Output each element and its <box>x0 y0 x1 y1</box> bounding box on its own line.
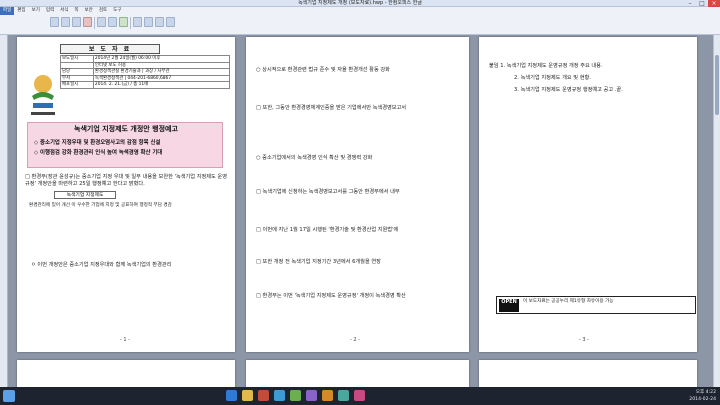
attachment-line: 붙임 1. 녹색기업 지정제도 운영규정 개정 주요 내용. <box>489 63 603 69</box>
clock: 오후 4:22 2014-02-24 <box>689 389 716 403</box>
copy-icon[interactable] <box>108 17 117 27</box>
menu-bar: 파일 편집 보기 입력 서식 쪽 보안 검토 도구 <box>0 7 124 15</box>
menu-file[interactable]: 파일 <box>0 7 15 15</box>
clock-date: 2014-02-24 <box>689 397 716 402</box>
body-line: □ 환경부는 이번 '녹색기업 지정제도 운영규정' 개정이 녹색경영 확산 <box>256 293 406 299</box>
meta-key: 담당 <box>60 68 94 76</box>
open-license-logo: OPEN <box>499 299 519 312</box>
menu-page[interactable]: 쪽 <box>71 7 81 15</box>
paste-icon[interactable] <box>119 17 128 27</box>
attachment-line: 2. 녹색기업 지정제도 개요 및 현황. <box>514 75 591 81</box>
left-ruler <box>0 35 8 405</box>
meta-value: 환경정책관실 환경기술과 | 과장 / 사무관 <box>92 68 231 76</box>
menu-tools[interactable]: 도구 <box>110 7 124 15</box>
meta-key <box>60 61 94 70</box>
headline-bullet: ◇ 중소기업 지정우대 및 환경오염사고의 감점 항목 신설 <box>34 140 161 146</box>
license-text: 이 보도자료는 공공누리 제1유형 자유이용 가능 <box>523 299 614 304</box>
menu-view[interactable]: 보기 <box>29 7 43 15</box>
separator <box>130 17 131 29</box>
save-icon[interactable] <box>72 17 81 27</box>
body-paragraph: □ 환경부(장관 윤성규)는 중소기업 지정 우대 및 일부 내용을 보완한 '… <box>25 174 227 187</box>
new-icon[interactable] <box>50 17 59 27</box>
start-icon[interactable] <box>3 390 15 402</box>
page-number: - 1 - <box>120 337 130 343</box>
menu-review[interactable]: 검토 <box>96 7 110 15</box>
headline: 녹색기업 지정제도 개정안 행정예고 <box>74 125 178 133</box>
browser-icon[interactable] <box>226 390 237 401</box>
app-icon[interactable] <box>354 390 365 401</box>
meta-value: 인터넷 보도 허용 <box>92 61 231 70</box>
clock-time: 오후 4:22 <box>695 390 716 395</box>
minimize-icon[interactable]: – <box>684 0 696 7</box>
press-release-label: 보 도 자 료 <box>60 44 160 54</box>
taskbar: 오후 4:22 2014-02-24 <box>0 387 720 405</box>
body-line: ○ 상시적으로 환경관련 법규 준수 및 자율 환경개선 활동 강화 <box>256 67 390 73</box>
attachment-line: 3. 녹색기업 지정제도 운영규정 행정예고 공고 .끝. <box>514 87 623 93</box>
hwp-icon[interactable] <box>274 390 285 401</box>
page-number: - 2 - <box>350 337 360 343</box>
section-subhead: 녹색기업 지정제도 <box>54 191 116 199</box>
toolbar-ribbon: 파일 편집 보기 입력 서식 쪽 보안 검토 도구 <box>0 7 720 35</box>
vertical-scrollbar[interactable] <box>713 35 720 387</box>
meta-key: 보도일시 <box>60 55 94 63</box>
zoom-icon[interactable] <box>166 17 175 27</box>
body-line: □ 이번에 지난 1월 17일 시행된 '환경기술 및 환경산업 지원법'에 <box>256 227 399 233</box>
app-icon[interactable] <box>290 390 301 401</box>
close-icon[interactable]: × <box>708 0 720 7</box>
press-info-table: 보도일시 2014년 2월 24일(월) 06:00 이후 인터넷 보도 허용 담… <box>60 55 231 89</box>
headline-bullet: ◇ 이행점검 강화 환경관리 인식 높여 녹색경영 확산 기대 <box>34 150 163 156</box>
print-icon[interactable] <box>83 17 92 27</box>
headline-box: 녹색기업 지정제도 개정안 행정예고 ◇ 중소기업 지정우대 및 환경오염사고의… <box>27 122 223 168</box>
menu-format[interactable]: 서식 <box>57 7 71 15</box>
page-number: - 3 - <box>579 337 589 343</box>
menu-edit[interactable]: 편집 <box>14 7 28 15</box>
redo-icon[interactable] <box>144 17 153 27</box>
menu-insert[interactable]: 입력 <box>43 7 57 15</box>
scroll-thumb[interactable] <box>715 55 719 115</box>
separator <box>94 17 95 29</box>
open-license-box: OPEN 이 보도자료는 공공누리 제1유형 자유이용 가능 <box>496 296 696 314</box>
meta-value: 녹색환경정책관 | 044-201-6860,6867 <box>92 74 231 83</box>
open-icon[interactable] <box>61 17 70 27</box>
cut-icon[interactable] <box>97 17 106 27</box>
media-icon[interactable] <box>258 390 269 401</box>
menu-security[interactable]: 보안 <box>82 7 96 15</box>
window-title: 녹색기업 지정제도 개정 (보도자료).hwp - 한컴오피스 한글 <box>298 0 422 6</box>
body-line: ○ 중소기업에서의 녹색경영 인식 확산 및 경쟁력 강화 <box>256 155 373 161</box>
find-icon[interactable] <box>155 17 164 27</box>
body-line: □ 또한 개정 전 녹색기업 지정기간 3년에서 6개월을 연장 <box>256 259 381 265</box>
body-line: □ 녹색기업에 신청하는 녹색경영보고서를 그동안 환경부에서 내부 <box>256 189 400 195</box>
meta-value: 2014. 2. 21.(금) / 총 11매 <box>92 81 231 89</box>
document-page-2[interactable]: ○ 상시적으로 환경관련 법규 준수 및 자율 환경개선 활동 강화 □ 또한,… <box>246 37 469 352</box>
app-icon[interactable] <box>338 390 349 401</box>
body-line: □ 또한, 그동안 환경경영체계인증을 받은 기업에서만 녹색경영보고서 <box>256 105 407 111</box>
app-icon[interactable] <box>306 390 317 401</box>
note-line: 환경관리에 있어 개선 이 우수한 기업에 지정 및 공표하여 행정적 부담 경… <box>29 203 172 208</box>
folder-icon[interactable] <box>242 390 253 401</box>
ministry-logo <box>31 75 55 115</box>
meta-key: 부서 <box>60 74 94 83</box>
meta-key: 배포일시 <box>60 81 94 89</box>
undo-icon[interactable] <box>133 17 142 27</box>
toolbar-buttons <box>50 17 175 33</box>
title-bar: 녹색기업 지정제도 개정 (보도자료).hwp - 한컴오피스 한글 – □ × <box>0 0 720 7</box>
body-line: ㅇ 이번 개정안은 중소기업 지정우대와 함께 녹색기업의 환경관리 <box>31 262 172 268</box>
maximize-icon[interactable]: □ <box>696 0 708 7</box>
meta-value: 2014년 2월 24일(월) 06:00 이후 <box>92 55 231 63</box>
document-page-1[interactable]: 보 도 자 료 보도일시 2014년 2월 24일(월) 06:00 이후 인터넷… <box>17 37 235 352</box>
app-icon[interactable] <box>322 390 333 401</box>
